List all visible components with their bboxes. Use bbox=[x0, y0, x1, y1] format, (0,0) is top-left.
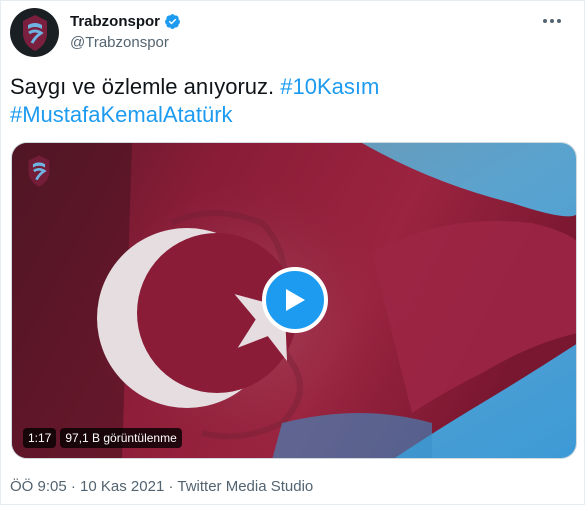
video-info-badges: 1:17 97,1 B görüntülenme bbox=[23, 428, 182, 448]
tweet-date[interactable]: 10 Kas 2021 bbox=[80, 478, 164, 495]
tweet-time[interactable]: ÖÖ 9:05 bbox=[10, 478, 67, 495]
play-button[interactable] bbox=[262, 267, 328, 333]
hashtag-link-10kasim[interactable]: #10Kasım bbox=[280, 74, 379, 99]
video-player[interactable]: 1:17 97,1 B görüntülenme bbox=[11, 142, 577, 459]
video-view-count: 97,1 B görüntülenme bbox=[60, 428, 182, 448]
more-options-button[interactable] bbox=[538, 7, 566, 35]
video-duration: 1:17 bbox=[23, 428, 57, 448]
author-name[interactable]: Trabzonspor bbox=[70, 13, 160, 30]
club-logo-icon bbox=[28, 155, 50, 187]
separator: · bbox=[164, 478, 178, 495]
tweet-text: Saygı ve özlemle anıyoruz. #10Kasım #Mus… bbox=[10, 73, 570, 129]
club-crest-icon bbox=[22, 14, 47, 51]
tweet-metadata: ÖÖ 9:05 · 10 Kas 2021 · Twitter Media St… bbox=[10, 478, 313, 495]
play-icon bbox=[286, 289, 305, 311]
tweet-card: Trabzonspor @Trabzonspor Saygı ve özleml… bbox=[0, 0, 585, 505]
tweet-body: Saygı ve özlemle anıyoruz. bbox=[10, 74, 281, 99]
author-handle[interactable]: @Trabzonspor bbox=[70, 34, 181, 51]
tweet-source[interactable]: Twitter Media Studio bbox=[177, 478, 313, 495]
hashtag-link-ataturk[interactable]: #MustafaKemalAtatürk bbox=[10, 102, 233, 127]
author-block: Trabzonspor @Trabzonspor bbox=[70, 13, 181, 51]
verified-badge-icon bbox=[165, 14, 180, 29]
separator: · bbox=[66, 478, 81, 495]
avatar[interactable] bbox=[10, 8, 59, 57]
more-dots-icon bbox=[543, 19, 561, 23]
